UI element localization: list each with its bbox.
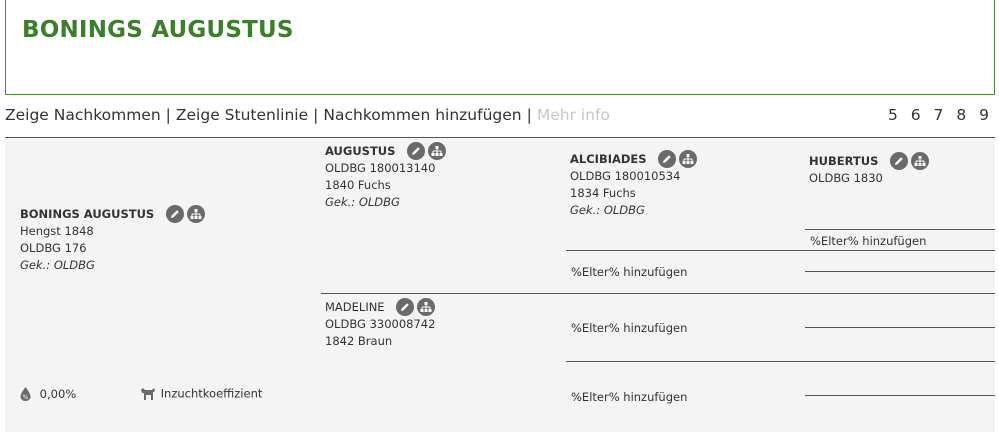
edit-pencil-icon[interactable] [658,150,677,168]
edit-pencil-icon[interactable] [890,152,909,170]
pedigree-tree-icon[interactable] [428,142,447,160]
page-title: BONINGS AUGUSTUS [22,17,294,43]
dam-horse: MADELINE OLDBG 330008742 1842 Braun [325,298,438,350]
dam-actions [396,298,438,316]
sire-year-color: 1840 Fuchs [325,178,391,192]
generation-selector[interactable]: 5 6 7 8 9 [888,106,993,124]
svg-text:%: % [23,394,29,401]
dam-year-color: 1842 Braun [325,334,393,348]
nav-separator: | [313,106,319,124]
edit-pencil-icon[interactable] [407,142,426,160]
more-info-link[interactable]: Mehr info [537,106,610,124]
sire-sire-name-link[interactable]: ALCIBIADES [570,151,647,168]
action-navbar: Zeige Nachkommen | Zeige Stutenlinie | Nachk… [5,104,995,130]
dam-name-link[interactable]: MADELINE [325,299,385,316]
sire-actions [407,142,449,160]
nav-separator: | [165,106,171,124]
inbreeding-value: 0,00% [39,386,77,401]
sire-name-link[interactable]: AUGUSTUS [325,143,395,160]
add-parent-link[interactable]: %Elter% hinzufügen [571,390,687,404]
subject-name-link[interactable]: BONINGS AUGUSTUS [20,206,154,223]
show-offspring-link[interactable]: Zeige Nachkommen [5,106,161,124]
pedigree-tree: BONINGS AUGUSTUS Hengst 1848 OLDBG 176 G… [5,137,995,432]
subject-horse: BONINGS AUGUSTUS Hengst 1848 OLDBG 176 G… [20,205,208,274]
sire-sire-actions [658,150,700,168]
inbreeding-coefficient-link[interactable]: Inzuchtkoeffizient [139,386,262,402]
add-parent-link[interactable]: %Elter% hinzufügen [810,234,926,248]
divider-gen4-2 [805,271,995,272]
sire-sire-sire-name-link[interactable]: HUBERTUS [809,153,878,170]
divider-gen4-3 [805,327,995,328]
sire-sire-sire-horse: HUBERTUS OLDBG 1830 [809,152,932,187]
pedigree-tree-icon[interactable] [911,152,930,170]
sire-horse: AUGUSTUS OLDBG 180013140 1840 Fuchs Gek.… [325,142,449,211]
add-parent-link[interactable]: %Elter% hinzufügen [571,321,687,335]
sire-sire-sire-registration: OLDBG 1830 [809,171,883,185]
subject-registration: OLDBG 176 [20,241,87,255]
sire-registration: OLDBG 180013140 [325,161,436,175]
divider-sire-dam [321,293,995,294]
subject-sex-year: Hengst 1848 [20,224,94,238]
subject-breed: Gek.: OLDBG [20,258,95,272]
sire-sire-registration: OLDBG 180010534 [570,169,681,183]
divider-gen3-top [566,250,995,251]
sire-sire-year-color: 1834 Fuchs [570,186,636,200]
sire-sire-sire-actions [890,152,932,170]
sire-breed: Gek.: OLDBG [325,195,400,209]
nav-links: Zeige Nachkommen | Zeige Stutenlinie | Nachk… [5,106,610,124]
inbreeding-percentage: % 0,00% [19,386,76,402]
show-mare-line-link[interactable]: Zeige Stutenlinie [176,106,308,124]
divider-gen3-bottom [566,361,995,362]
nav-separator: | [526,106,532,124]
add-offspring-link[interactable]: Nachkommen hinzufügen [323,106,521,124]
pedigree-tree-icon[interactable] [186,205,205,223]
horse-icon [141,388,155,400]
edit-pencil-icon[interactable] [165,205,184,223]
divider-gen4-1 [805,229,995,230]
edit-pencil-icon[interactable] [396,298,415,316]
pedigree-tree-icon[interactable] [679,150,698,168]
title-box: BONINGS AUGUSTUS [5,0,995,95]
add-parent-link[interactable]: %Elter% hinzufügen [571,265,687,279]
inbreeding-label: Inzuchtkoeffizient [160,386,263,401]
percent-drop-icon: % [20,387,31,401]
sire-sire-breed: Gek.: OLDBG [570,203,645,217]
dam-registration: OLDBG 330008742 [325,317,436,331]
divider-gen4-4 [805,395,995,396]
sire-sire-horse: ALCIBIADES OLDBG 180010534 1834 Fuchs Ge… [570,150,700,219]
pedigree-tree-icon[interactable] [417,298,436,316]
subject-actions [165,205,208,223]
